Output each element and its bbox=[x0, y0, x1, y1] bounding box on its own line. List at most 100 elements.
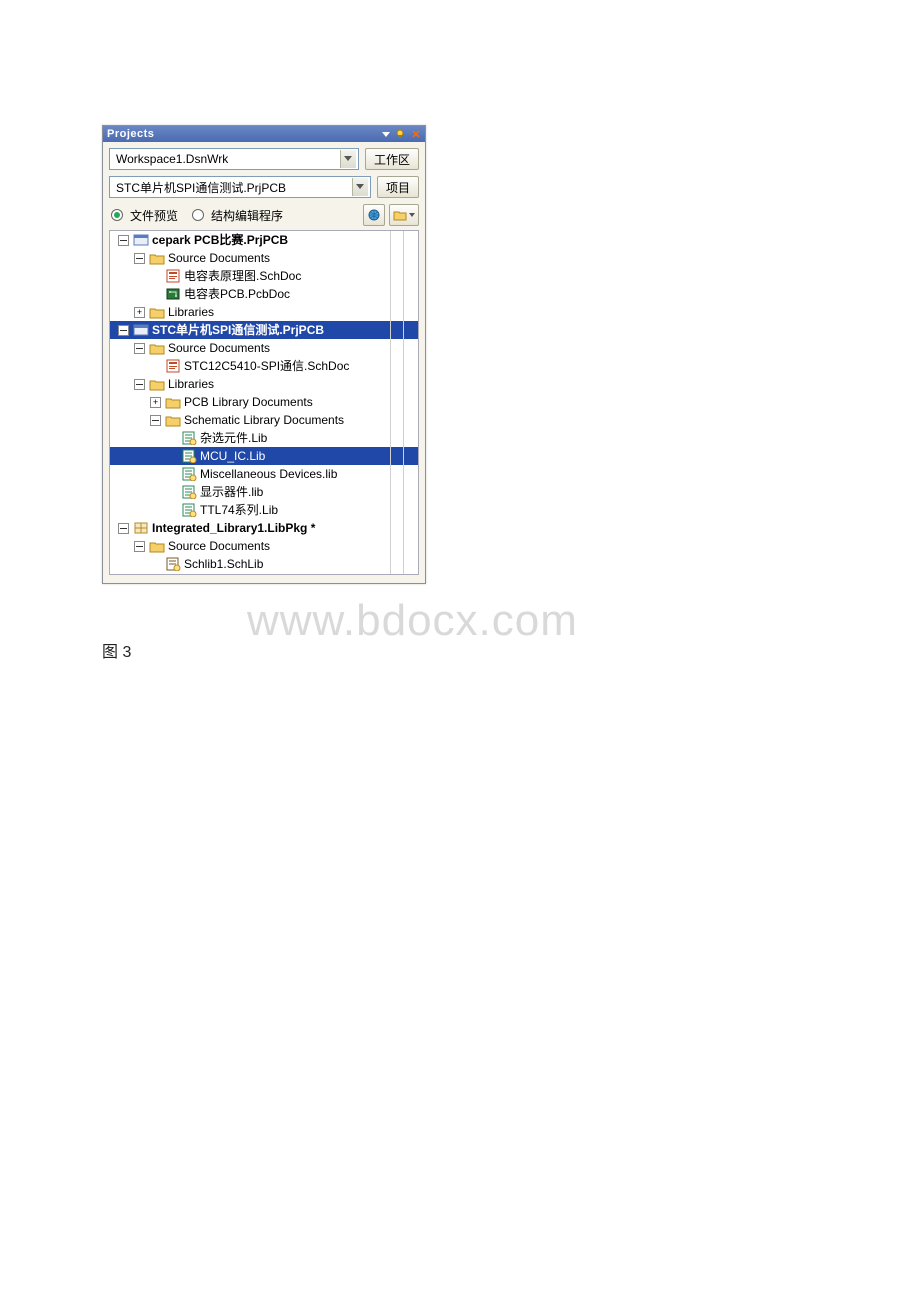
folder-icon bbox=[149, 251, 165, 265]
collapse-icon[interactable] bbox=[134, 343, 145, 354]
tree-row[interactable]: Schematic Library Documents bbox=[110, 411, 418, 429]
folder-icon bbox=[149, 341, 165, 355]
expander-none bbox=[150, 559, 161, 570]
tree-item-label: Source Documents bbox=[168, 339, 270, 357]
chevron-down-icon[interactable] bbox=[352, 178, 368, 196]
panel-titlebar[interactable]: Projects ✕ bbox=[103, 126, 425, 142]
tree-item-label: STC12C5410-SPI通信.SchDoc bbox=[184, 357, 349, 375]
radio-preview[interactable] bbox=[111, 209, 123, 221]
expander-none bbox=[150, 361, 161, 372]
radio-preview-label: 文件预览 bbox=[130, 207, 178, 224]
pcb-icon bbox=[165, 287, 181, 301]
folder-icon bbox=[393, 209, 407, 221]
dropdown-icon[interactable] bbox=[381, 129, 395, 139]
schlib-icon bbox=[165, 557, 181, 571]
collapse-icon[interactable] bbox=[150, 415, 161, 426]
tree-row[interactable]: + Libraries bbox=[110, 303, 418, 321]
expander-none bbox=[150, 271, 161, 282]
collapse-icon[interactable] bbox=[118, 235, 129, 246]
tree-row[interactable]: Miscellaneous Devices.lib bbox=[110, 465, 418, 483]
prj-icon bbox=[133, 233, 149, 247]
tree-item-label: Source Documents bbox=[168, 249, 270, 267]
pkg-icon bbox=[133, 521, 149, 535]
expand-icon[interactable]: + bbox=[134, 307, 145, 318]
folder-options-button[interactable] bbox=[389, 204, 419, 226]
prj-icon bbox=[133, 323, 149, 337]
expander-none bbox=[150, 289, 161, 300]
panel-title: Projects bbox=[105, 128, 381, 140]
tree-row[interactable]: Source Documents bbox=[110, 537, 418, 555]
lib-icon bbox=[181, 485, 197, 499]
tree-item-label: Libraries bbox=[168, 375, 214, 393]
tree-item-label: Schlib1.SchLib bbox=[184, 555, 263, 573]
tree-item-label: MCU_IC.Lib bbox=[200, 447, 265, 465]
collapse-icon[interactable] bbox=[118, 325, 129, 336]
tree-row[interactable]: Libraries bbox=[110, 375, 418, 393]
tree-item-label: TTL74系列.Lib bbox=[200, 501, 278, 519]
tree-row[interactable]: 显示器件.lib bbox=[110, 483, 418, 501]
expander-none bbox=[166, 433, 177, 444]
tree-row[interactable]: + PCB Library Documents bbox=[110, 393, 418, 411]
tree-row[interactable]: 杂选元件.Lib bbox=[110, 429, 418, 447]
expander-none bbox=[166, 469, 177, 480]
sch-icon bbox=[165, 359, 181, 373]
project-tree[interactable]: cepark PCB比赛.PrjPCBSource Documents电容表原理… bbox=[109, 230, 419, 575]
collapse-icon[interactable] bbox=[118, 523, 129, 534]
close-icon[interactable]: ✕ bbox=[409, 128, 423, 141]
workspace-combo[interactable]: Workspace1.DsnWrk bbox=[109, 148, 359, 170]
radio-structure-label: 结构编辑程序 bbox=[211, 207, 283, 224]
tree-item-label: 显示器件.lib bbox=[200, 483, 263, 501]
tree-item-label: STC单片机SPI通信测试.PrjPCB bbox=[152, 321, 324, 339]
tree-row[interactable]: cepark PCB比赛.PrjPCB bbox=[110, 231, 418, 249]
lib-icon bbox=[181, 431, 197, 445]
chevron-down-icon[interactable] bbox=[340, 150, 356, 168]
watermark-text: www.bdocx.com bbox=[247, 596, 578, 646]
tree-row[interactable]: MCU_IC.Lib bbox=[110, 447, 418, 465]
project-combo[interactable]: STC单片机SPI通信测试.PrjPCB bbox=[109, 176, 371, 198]
tree-row[interactable]: Schlib1.SchLib bbox=[110, 555, 418, 573]
tree-row[interactable]: STC单片机SPI通信测试.PrjPCB bbox=[110, 321, 418, 339]
folder-icon bbox=[149, 539, 165, 553]
tree-item-label: Integrated_Library1.LibPkg * bbox=[152, 519, 315, 537]
tree-item-label: 杂选元件.Lib bbox=[200, 429, 267, 447]
collapse-icon[interactable] bbox=[134, 379, 145, 390]
panel-body: Workspace1.DsnWrk 工作区 STC单片机SPI通信测试.PrjP… bbox=[103, 142, 425, 583]
lib-icon bbox=[181, 449, 197, 463]
compile-button[interactable] bbox=[363, 204, 385, 226]
tree-row[interactable]: 电容表原理图.SchDoc bbox=[110, 267, 418, 285]
tree-item-label: Libraries bbox=[168, 303, 214, 321]
globe-icon bbox=[367, 208, 381, 222]
sch-icon bbox=[165, 269, 181, 283]
tree-item-label: 电容表原理图.SchDoc bbox=[184, 267, 301, 285]
figure-caption: 图 3 bbox=[102, 638, 131, 662]
pin-icon[interactable] bbox=[395, 129, 409, 139]
tree-item-label: PCB Library Documents bbox=[184, 393, 313, 411]
expand-icon[interactable]: + bbox=[150, 397, 161, 408]
tree-row[interactable]: TTL74系列.Lib bbox=[110, 501, 418, 519]
collapse-icon[interactable] bbox=[134, 253, 145, 264]
tree-row[interactable]: Source Documents bbox=[110, 339, 418, 357]
projects-panel: Projects ✕ Workspace1.DsnWrk 工作区 STC单片机S… bbox=[102, 125, 426, 584]
workspace-value: Workspace1.DsnWrk bbox=[116, 152, 340, 166]
project-button[interactable]: 项目 bbox=[377, 176, 419, 198]
folder-icon bbox=[165, 413, 181, 427]
tree-row[interactable]: STC12C5410-SPI通信.SchDoc bbox=[110, 357, 418, 375]
lib-icon bbox=[181, 467, 197, 481]
tree-item-label: Schematic Library Documents bbox=[184, 411, 344, 429]
tree-row[interactable]: Source Documents bbox=[110, 249, 418, 267]
tree-item-label: 电容表PCB.PcbDoc bbox=[184, 285, 290, 303]
expander-none bbox=[166, 451, 177, 462]
collapse-icon[interactable] bbox=[134, 541, 145, 552]
expander-none bbox=[166, 505, 177, 516]
radio-structure[interactable] bbox=[192, 209, 204, 221]
folder-icon bbox=[165, 395, 181, 409]
lib-icon bbox=[181, 503, 197, 517]
tree-item-label: cepark PCB比赛.PrjPCB bbox=[152, 231, 288, 249]
workspace-button[interactable]: 工作区 bbox=[365, 148, 419, 170]
tree-item-label: Miscellaneous Devices.lib bbox=[200, 465, 337, 483]
project-value: STC单片机SPI通信测试.PrjPCB bbox=[116, 179, 352, 196]
folder-icon bbox=[149, 377, 165, 391]
tree-row[interactable]: Integrated_Library1.LibPkg * bbox=[110, 519, 418, 537]
tree-row[interactable]: 电容表PCB.PcbDoc bbox=[110, 285, 418, 303]
folder-icon bbox=[149, 305, 165, 319]
